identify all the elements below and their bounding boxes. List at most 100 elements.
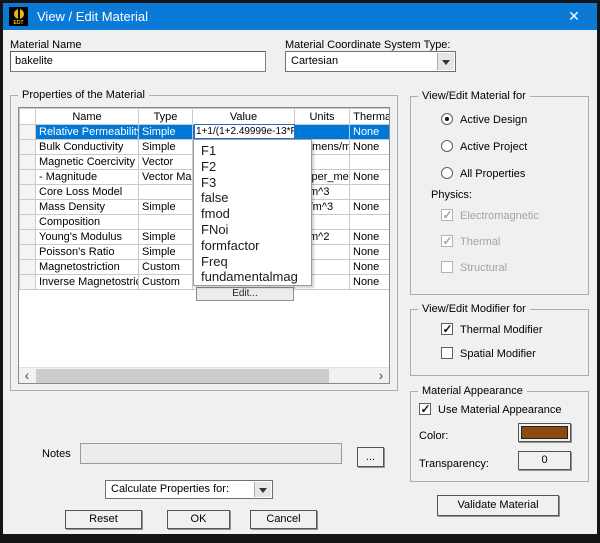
row-header-cell[interactable] [19, 184, 36, 200]
thermal-cell[interactable]: None [349, 199, 389, 215]
suggestion-item[interactable]: FNoi [194, 222, 311, 238]
column-header-Name[interactable]: Name [35, 108, 139, 125]
type-cell[interactable] [138, 184, 193, 200]
color-swatch-button[interactable] [518, 423, 571, 442]
checkbox-electromagnetic: Electromagnetic [441, 208, 539, 222]
row-header-cell[interactable] [19, 124, 36, 140]
scrollbar-thumb[interactable] [36, 369, 329, 383]
transparency-button[interactable]: 0 [518, 451, 571, 470]
scroll-right-icon[interactable]: › [373, 368, 389, 383]
radio-active-design[interactable]: Active Design [441, 113, 527, 126]
view-edit-material-label: View/Edit Material for [418, 90, 530, 102]
thermal-cell[interactable]: None [349, 139, 389, 155]
name-cell[interactable]: Inverse Magnetostriction [35, 274, 139, 290]
coord-dropdown-button[interactable] [437, 53, 454, 70]
name-cell[interactable]: Bulk Conductivity [35, 139, 139, 155]
coord-system-select[interactable]: Cartesian [285, 51, 456, 72]
suggestion-item[interactable]: F3 [194, 175, 311, 191]
type-cell[interactable]: Simple [138, 229, 193, 245]
row-header-cell[interactable] [19, 139, 36, 155]
validate-material-button[interactable]: Validate Material [437, 495, 559, 516]
name-cell[interactable]: Composition [35, 214, 139, 230]
thermal-cell[interactable]: None [349, 124, 389, 140]
radio-active-project[interactable]: Active Project [441, 140, 527, 153]
row-header-cell[interactable] [19, 229, 36, 245]
notes-more-button[interactable]: ... [357, 447, 384, 467]
name-cell[interactable]: Poisson's Ratio [35, 244, 139, 260]
radio-icon [441, 113, 453, 125]
name-cell[interactable]: Core Loss Model [35, 184, 139, 200]
row-header-cell[interactable] [19, 214, 36, 230]
type-cell[interactable]: Custom [138, 274, 193, 290]
calculate-dropdown-button[interactable] [254, 482, 271, 497]
checkbox-structural: Structural [441, 261, 507, 274]
suggestion-item[interactable]: formfactor [194, 238, 311, 254]
material-name-input[interactable]: bakelite [10, 51, 266, 72]
type-cell[interactable]: Simple [138, 244, 193, 260]
row-header-cell[interactable] [19, 199, 36, 215]
close-icon[interactable]: ✕ [559, 3, 589, 30]
units-cell[interactable] [294, 124, 350, 140]
coord-system-label: Material Coordinate System Type: [285, 39, 451, 51]
reset-button[interactable]: Reset [65, 510, 142, 529]
type-cell[interactable]: Simple [138, 199, 193, 215]
edt-logo-orb [13, 9, 24, 19]
notes-field[interactable] [80, 443, 342, 464]
view-edit-modifier-label: View/Edit Modifier for [418, 303, 530, 315]
thermal-cell[interactable]: None [349, 229, 389, 245]
checkbox-icon [441, 261, 453, 273]
type-cell[interactable]: Simple [138, 124, 193, 140]
column-header-Thermal Modifier[interactable]: Thermal Modifier [349, 108, 389, 125]
row-header-cell[interactable] [19, 259, 36, 275]
suggestion-item[interactable]: Freq [194, 254, 311, 270]
calculate-properties-value: Calculate Properties for: [111, 483, 229, 495]
horizontal-scrollbar[interactable]: ‹ › [19, 367, 389, 383]
thermal-cell[interactable]: None [349, 244, 389, 260]
radio-all-properties[interactable]: All Properties [441, 167, 525, 180]
column-header-rowhdr[interactable] [19, 108, 36, 125]
transparency-label: Transparency: [419, 458, 489, 470]
row-header-cell[interactable] [19, 154, 36, 170]
column-header-Value[interactable]: Value [192, 108, 295, 125]
checkbox-thermal-modifier[interactable]: Thermal Modifier [441, 322, 543, 336]
use-material-appearance-checkbox[interactable]: Use Material Appearance [419, 402, 562, 416]
row-header-cell[interactable] [19, 274, 36, 290]
suggestion-item[interactable]: F1 [194, 143, 311, 159]
column-header-Units[interactable]: Units [294, 108, 350, 125]
edit-value-button[interactable]: Edit... [196, 287, 294, 301]
ok-button[interactable]: OK [167, 510, 230, 529]
thermal-cell[interactable]: None [349, 274, 389, 290]
row-header-cell[interactable] [19, 169, 36, 185]
calculate-properties-select[interactable]: Calculate Properties for: [105, 480, 273, 499]
name-cell[interactable]: Magnetostriction [35, 259, 139, 275]
thermal-cell[interactable]: None [349, 259, 389, 275]
type-cell[interactable]: Vector Mag [138, 169, 193, 185]
suggestion-item[interactable]: fmod [194, 206, 311, 222]
type-cell[interactable]: Custom [138, 259, 193, 275]
checkbox-icon [441, 322, 453, 336]
thermal-cell[interactable] [349, 184, 389, 200]
thermal-cell[interactable]: None [349, 169, 389, 185]
name-cell[interactable]: Relative Permeability [35, 124, 139, 140]
type-cell[interactable] [138, 214, 193, 230]
thermal-cell[interactable] [349, 154, 389, 170]
view-edit-material-groupbox: View/Edit Material for Active Design Acti… [410, 90, 589, 295]
checkbox-spatial-modifier[interactable]: Spatial Modifier [441, 347, 536, 360]
value-edit-field[interactable]: 1+1/(1+2.49999e-13*F [194, 124, 295, 139]
name-cell[interactable]: Young's Modulus [35, 229, 139, 245]
type-cell[interactable]: Simple [138, 139, 193, 155]
material-name-label: Material Name [10, 39, 82, 51]
column-header-Type[interactable]: Type [138, 108, 193, 125]
checkbox-icon [441, 234, 453, 248]
cancel-button[interactable]: Cancel [250, 510, 317, 529]
row-header-cell[interactable] [19, 244, 36, 260]
name-cell[interactable]: Magnetic Coercivity [35, 154, 139, 170]
name-cell[interactable]: Mass Density [35, 199, 139, 215]
suggestion-item[interactable]: F2 [194, 159, 311, 175]
thermal-cell[interactable] [349, 214, 389, 230]
scroll-left-icon[interactable]: ‹ [19, 368, 35, 383]
name-cell[interactable]: - Magnitude [35, 169, 139, 185]
suggestion-item[interactable]: false [194, 190, 311, 206]
suggestion-item[interactable]: fundamentalmag [194, 269, 311, 285]
type-cell[interactable]: Vector [138, 154, 193, 170]
